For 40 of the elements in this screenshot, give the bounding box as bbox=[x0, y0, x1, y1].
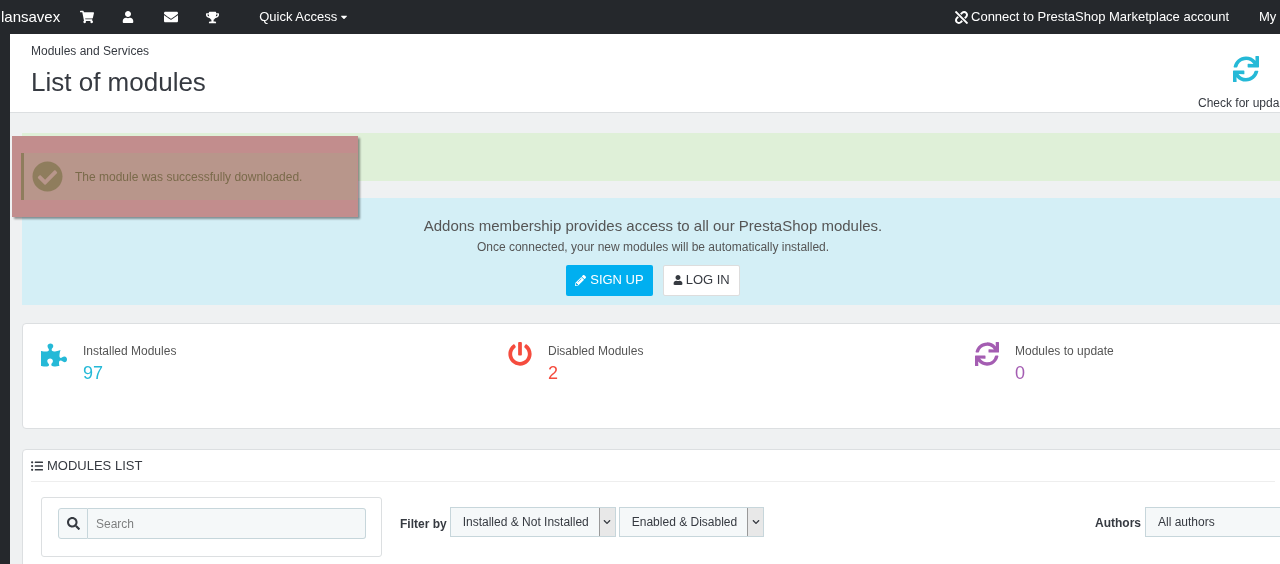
trophy-icon[interactable] bbox=[206, 10, 220, 24]
check-updates-button[interactable]: Check for upda bbox=[1198, 34, 1280, 112]
filter-select[interactable]: Enabled & Disabled bbox=[618, 507, 765, 537]
banner-subline: Once connected, your new modules will be automatically installed. bbox=[476, 238, 830, 256]
panel-title: MODULES LIST bbox=[47, 456, 143, 475]
breadcrumb: Modules and Services bbox=[31, 43, 151, 60]
stat-value: 2 bbox=[548, 362, 559, 385]
authors-select[interactable]: All authors bbox=[1145, 507, 1280, 537]
list-icon bbox=[31, 459, 43, 472]
page-title: List of modules bbox=[31, 66, 206, 99]
stat-value: 0 bbox=[1015, 362, 1026, 385]
toast-message: The module was successfully downloaded. bbox=[75, 168, 303, 186]
filter-label: Filter by bbox=[400, 516, 447, 533]
broken-link-icon bbox=[955, 10, 968, 24]
chevron-icon bbox=[751, 518, 760, 526]
stat-value: 97 bbox=[83, 362, 105, 385]
stat-label: Installed Modules bbox=[83, 343, 177, 360]
check-icon bbox=[32, 161, 63, 192]
puzzle-icon bbox=[41, 342, 67, 368]
refresh-icon bbox=[975, 342, 999, 366]
refresh-icon bbox=[1233, 56, 1259, 82]
account-menu[interactable]: My bbox=[1259, 7, 1280, 27]
shop-name[interactable]: lansavex bbox=[1, 5, 61, 29]
stat-label: Disabled Modules bbox=[548, 343, 644, 360]
pencil-icon bbox=[575, 274, 587, 286]
search-field[interactable]: Search bbox=[88, 508, 366, 539]
user-icon bbox=[672, 275, 683, 285]
quick-access-menu[interactable]: Quick Access bbox=[259, 7, 350, 27]
authors-label: Authors bbox=[1095, 515, 1141, 532]
chevron-icon bbox=[603, 518, 612, 526]
envelope-icon[interactable] bbox=[164, 10, 179, 24]
log-in-button[interactable]: LOG IN bbox=[662, 264, 740, 296]
banner-headline: Addons membership provides access to all our PrestaShop modules. bbox=[423, 216, 883, 236]
filter-select[interactable]: Installed & Not Installed bbox=[449, 507, 616, 537]
user-icon[interactable] bbox=[122, 11, 135, 23]
cart-icon[interactable] bbox=[80, 10, 95, 24]
power-icon bbox=[508, 342, 532, 366]
search-icon bbox=[66, 517, 80, 530]
stat-label: Modules to update bbox=[1015, 343, 1114, 360]
marketplace-link[interactable]: Connect to PrestaShop Marketplace account bbox=[955, 7, 1229, 27]
